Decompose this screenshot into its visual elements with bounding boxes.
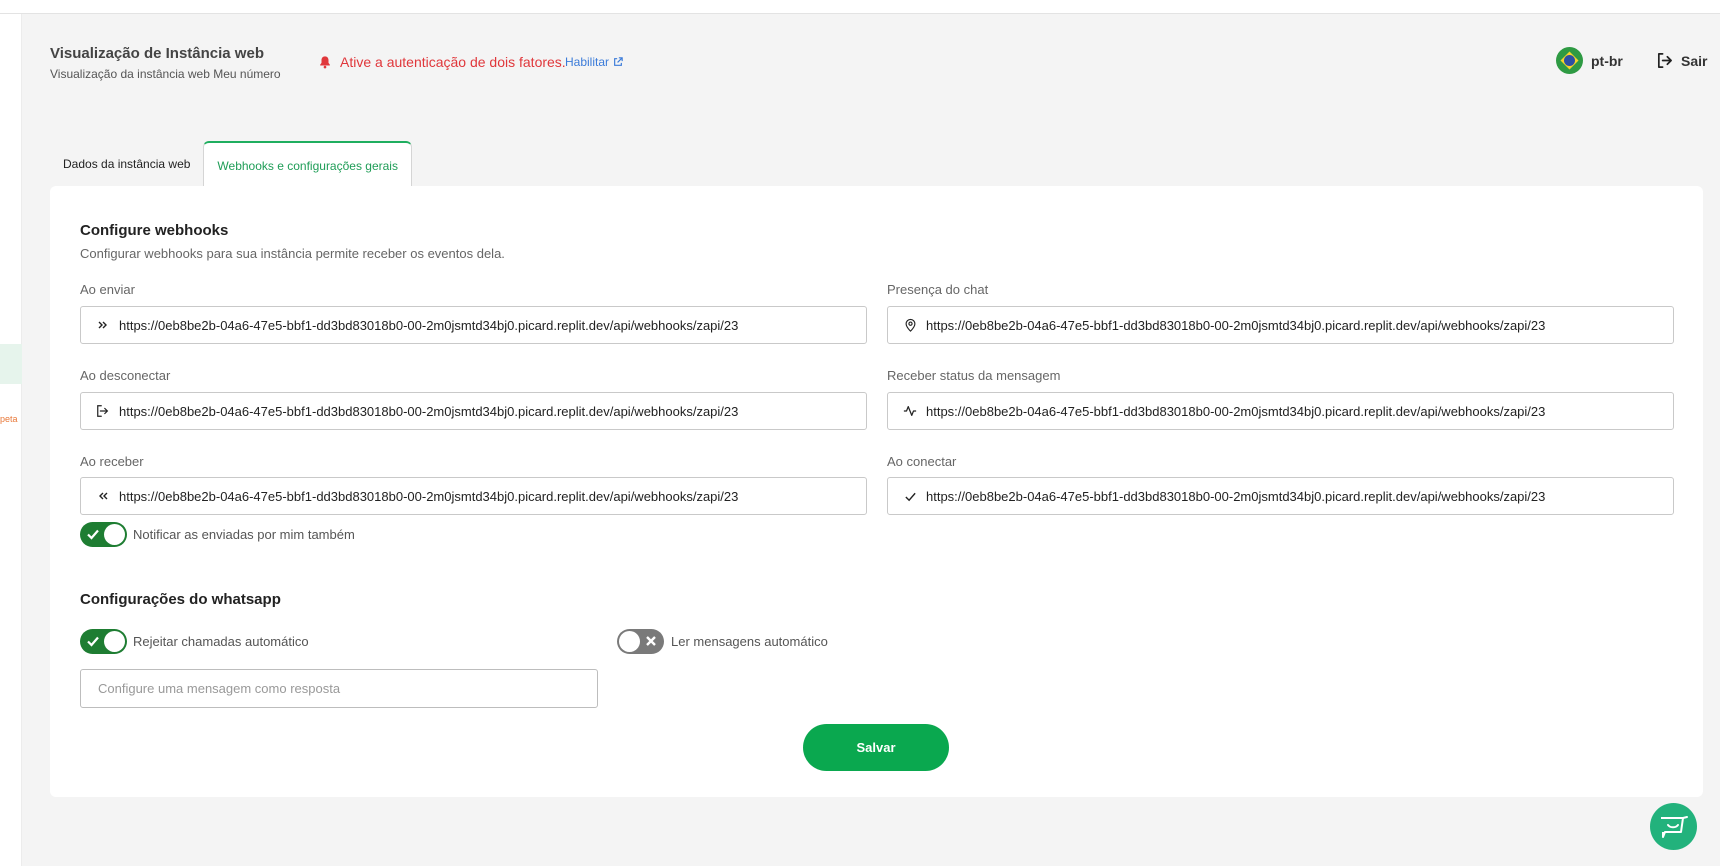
sidebar: peta: [0, 14, 22, 866]
two-factor-alert: Ative a autenticação de dois fatores.: [318, 54, 566, 70]
chat-icon: [1660, 815, 1688, 838]
message-status-value: https://0eb8be2b-04a6-47e5-bbf1-dd3bd830…: [926, 403, 1546, 419]
logout-icon: [1657, 53, 1672, 68]
chat-presence-label: Presença do chat: [887, 282, 989, 297]
read-messages-label: Ler mensagens automático: [671, 634, 828, 649]
logout-icon: [95, 403, 111, 419]
check-icon: [87, 636, 99, 647]
notify-sent-label: Notificar as enviadas por mim também: [133, 527, 355, 542]
on-receive-value: https://0eb8be2b-04a6-47e5-bbf1-dd3bd830…: [119, 488, 739, 504]
alert-text: Ative a autenticação de dois fatores.: [340, 54, 566, 70]
auto-reply-input[interactable]: [80, 669, 598, 708]
sidebar-clipped-label: peta: [0, 414, 18, 424]
on-receive-label: Ao receber: [80, 454, 144, 469]
whatsapp-title: Configurações do whatsapp: [80, 591, 281, 608]
enable-2fa-link[interactable]: Habilitar: [565, 55, 623, 69]
page-subtitle: Visualização da instância web Meu número: [50, 67, 281, 81]
read-messages-toggle[interactable]: [617, 629, 664, 654]
language-selector[interactable]: pt-br: [1556, 47, 1623, 74]
page-title: Visualização de Instância web: [50, 45, 264, 62]
on-connect-input[interactable]: https://0eb8be2b-04a6-47e5-bbf1-dd3bd830…: [887, 477, 1674, 515]
on-send-input[interactable]: https://0eb8be2b-04a6-47e5-bbf1-dd3bd830…: [80, 306, 867, 344]
check-icon: [87, 529, 99, 540]
activity-icon: [902, 403, 918, 419]
double-chevron-left-icon: [95, 488, 111, 504]
on-receive-input[interactable]: https://0eb8be2b-04a6-47e5-bbf1-dd3bd830…: [80, 477, 867, 515]
reject-calls-label: Rejeitar chamadas automático: [133, 634, 309, 649]
support-chat-button[interactable]: [1650, 803, 1697, 850]
webhooks-title: Configure webhooks: [80, 222, 229, 239]
message-status-label: Receber status da mensagem: [887, 368, 1061, 383]
sidebar-active-item[interactable]: [0, 344, 22, 384]
logout-label: Sair: [1681, 52, 1708, 69]
external-link-icon: [614, 57, 623, 66]
save-button[interactable]: Salvar: [803, 724, 949, 771]
bell-alert-icon: [320, 56, 330, 69]
on-disconnect-label: Ao desconectar: [80, 368, 171, 383]
webhooks-subtitle: Configurar webhooks para sua instância p…: [80, 246, 505, 261]
on-connect-label: Ao conectar: [887, 454, 957, 469]
settings-card: Configure webhooks Configurar webhooks p…: [50, 186, 1703, 797]
on-disconnect-value: https://0eb8be2b-04a6-47e5-bbf1-dd3bd830…: [119, 403, 739, 419]
chat-presence-value: https://0eb8be2b-04a6-47e5-bbf1-dd3bd830…: [926, 317, 1546, 333]
check-icon: [902, 488, 918, 504]
double-chevron-right-icon: [95, 317, 111, 333]
map-pin-icon: [902, 317, 918, 333]
on-send-label: Ao enviar: [80, 282, 135, 297]
tab-instance-data[interactable]: Dados da instância web: [50, 141, 203, 187]
message-status-input[interactable]: https://0eb8be2b-04a6-47e5-bbf1-dd3bd830…: [887, 392, 1674, 430]
enable-link-label: Habilitar: [565, 55, 610, 69]
tab-bar: Dados da instância web Webhooks e config…: [50, 141, 412, 188]
logout-button[interactable]: Sair: [1656, 52, 1707, 69]
brazil-flag-icon: [1556, 47, 1583, 74]
on-disconnect-input[interactable]: https://0eb8be2b-04a6-47e5-bbf1-dd3bd830…: [80, 392, 867, 430]
top-bar: [0, 0, 1720, 14]
on-send-value: https://0eb8be2b-04a6-47e5-bbf1-dd3bd830…: [119, 317, 739, 333]
on-connect-value: https://0eb8be2b-04a6-47e5-bbf1-dd3bd830…: [926, 488, 1546, 504]
notify-sent-toggle[interactable]: [80, 522, 127, 547]
tab-webhooks[interactable]: Webhooks e configurações gerais: [203, 141, 412, 188]
chat-presence-input[interactable]: https://0eb8be2b-04a6-47e5-bbf1-dd3bd830…: [887, 306, 1674, 344]
reject-calls-toggle[interactable]: [80, 629, 127, 654]
close-icon: [646, 636, 656, 646]
language-label: pt-br: [1591, 52, 1623, 69]
